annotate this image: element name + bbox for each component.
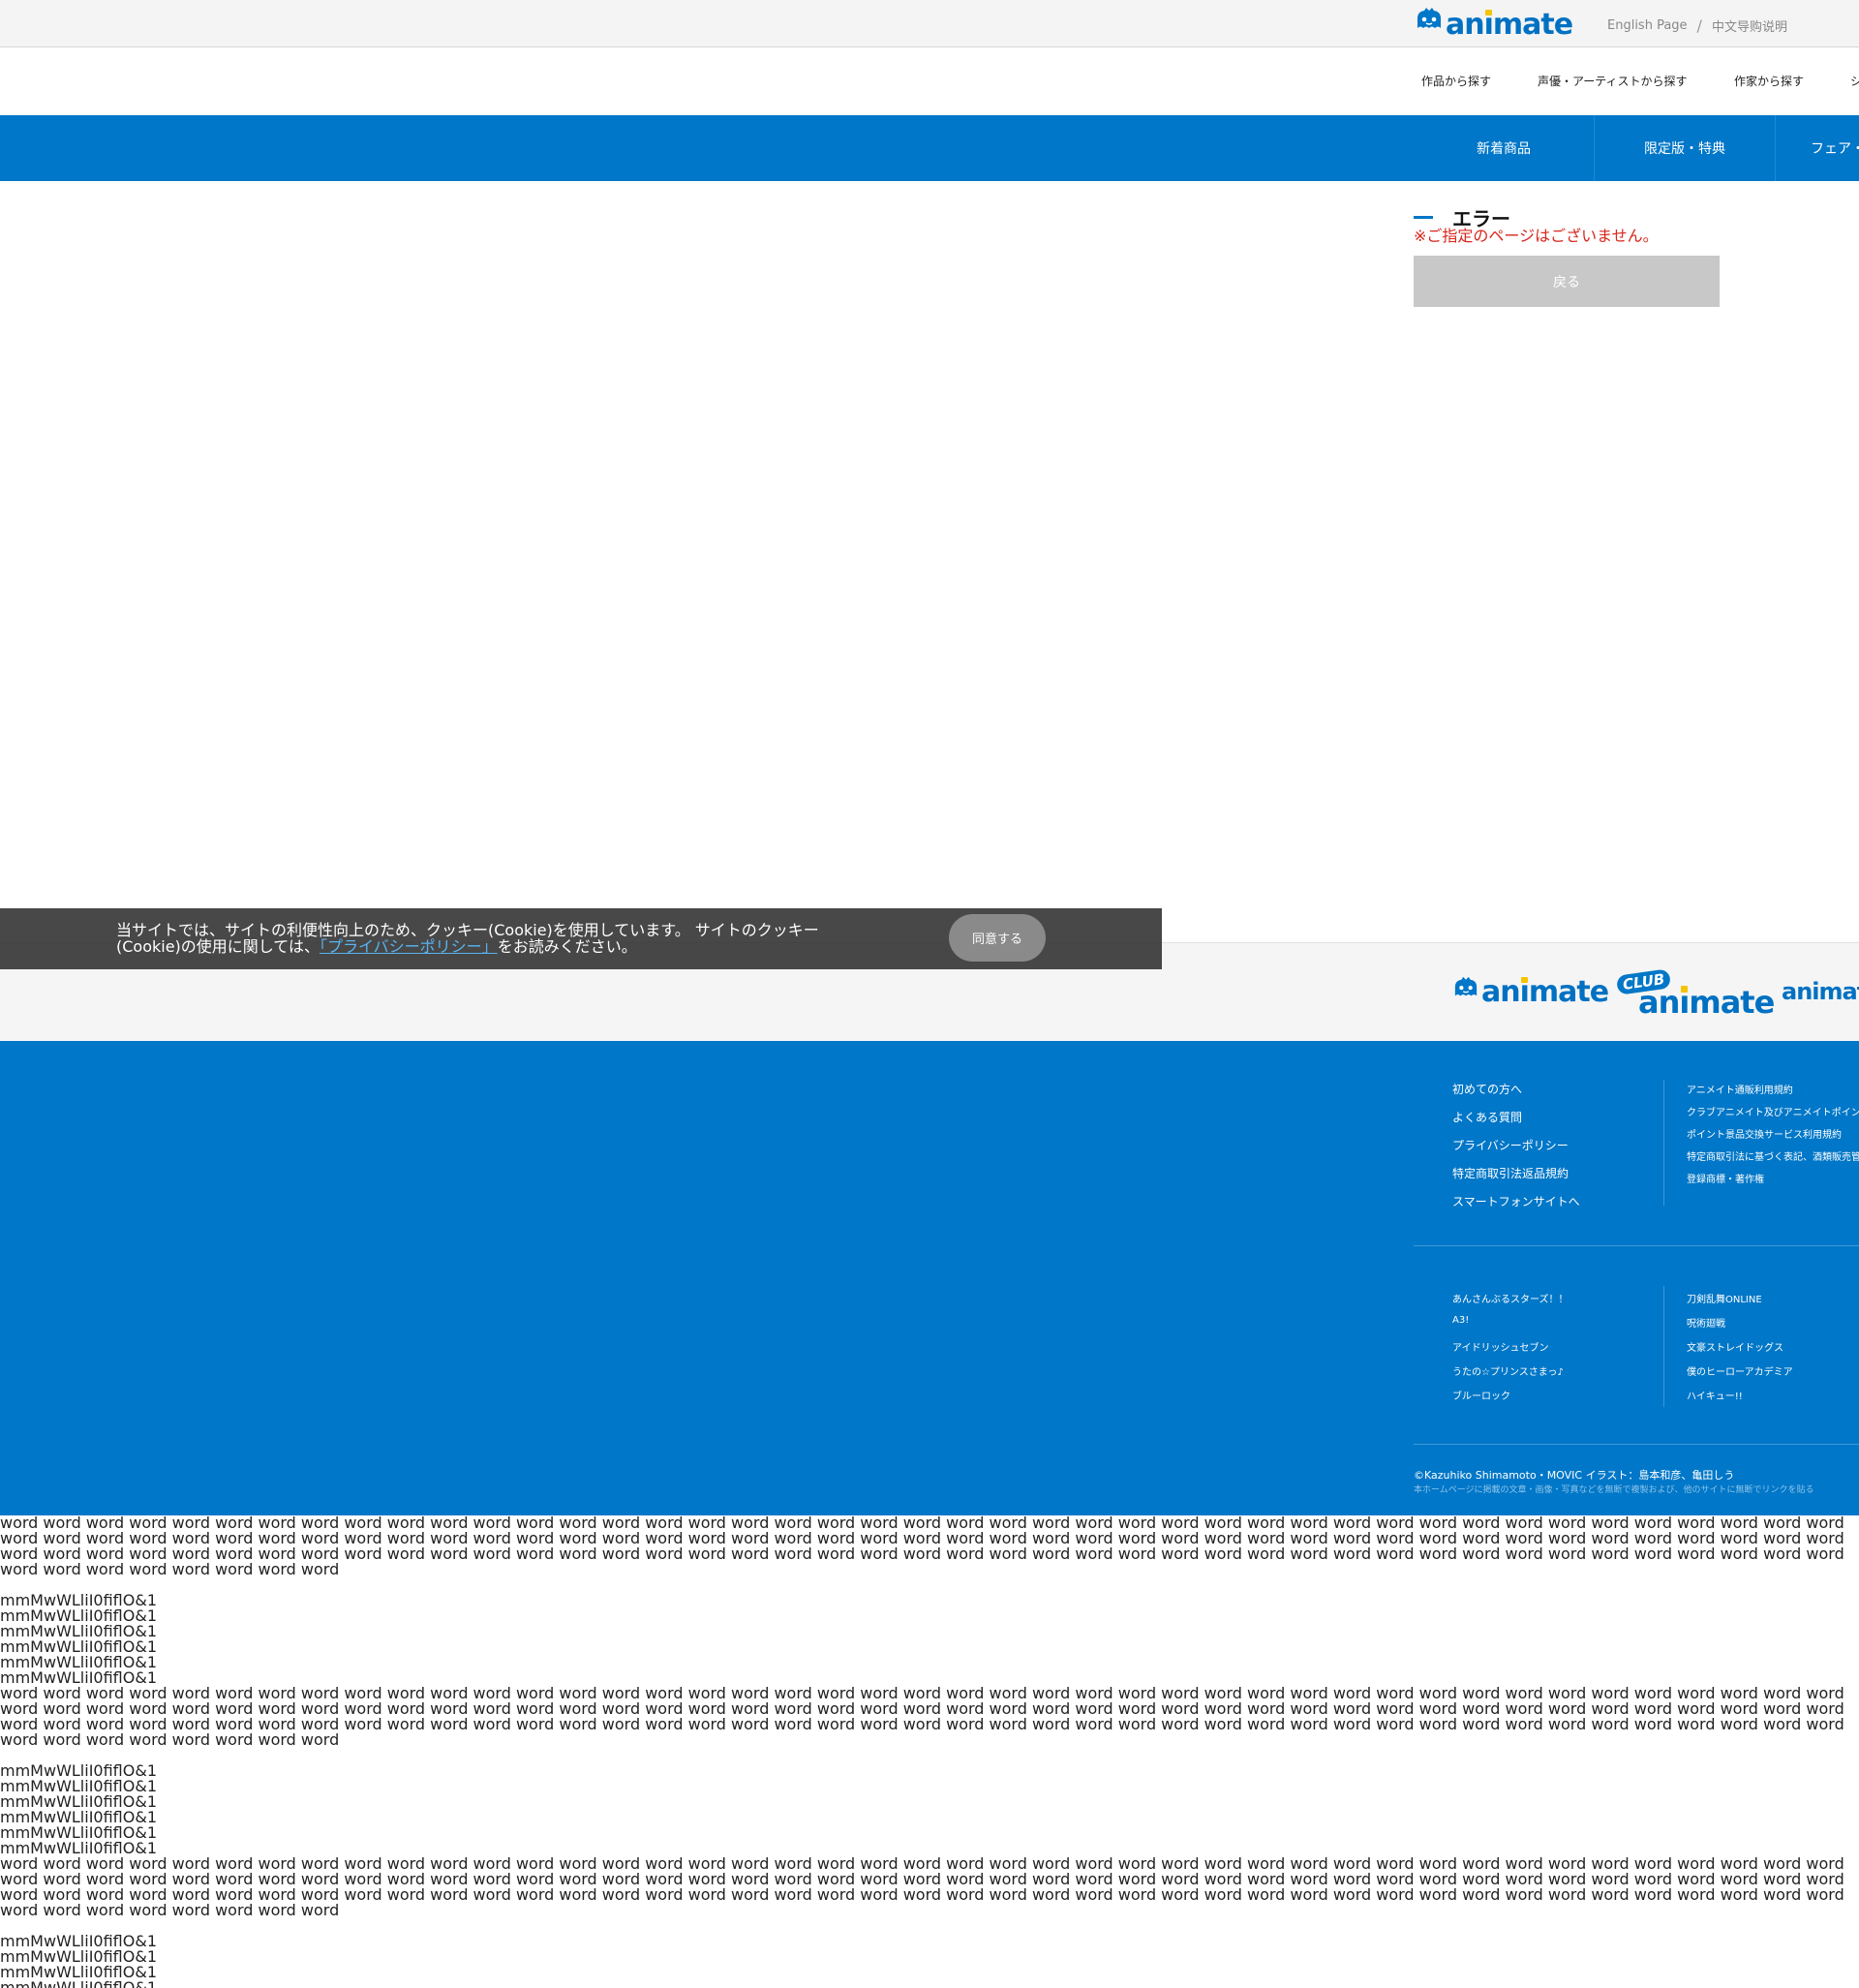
logo-text-mate: mate <box>1492 8 1573 42</box>
filler-line: mmMwWLliI0fiflO&1 <box>0 1978 157 1988</box>
footer-divider <box>1663 1286 1664 1407</box>
privacy-policy-link[interactable]: 「プライバシーポリシー」 <box>320 937 498 956</box>
footer-title-link[interactable]: A3! <box>1452 1315 1469 1326</box>
footer-title-link[interactable]: あんさんぶるスターズ！！ <box>1452 1291 1569 1305</box>
logo-text-i: i <box>1520 975 1530 1009</box>
nav-search-more[interactable]: シ <box>1850 73 1859 89</box>
back-button[interactable]: 戻る <box>1414 256 1720 307</box>
filler-paragraph: word word word word word word word word … <box>0 1684 1844 1749</box>
footer-title-link[interactable]: 文豪ストレイドッグス <box>1687 1339 1783 1354</box>
logo-text-mate: mate <box>1528 975 1609 1009</box>
footer-divider <box>1663 1080 1664 1206</box>
filler-line: mmMwWLliI0fiflO&1 <box>0 1808 157 1826</box>
search-nav: 作品から探す 声優・アーティストから探す 作家から探す シ <box>0 47 1859 115</box>
nav-new-items[interactable]: 新着商品 <box>1414 115 1594 181</box>
nav-search-by-work[interactable]: 作品から探す <box>1421 73 1491 89</box>
english-page-link[interactable]: English Page <box>1607 18 1688 33</box>
filler-line: mmMwWLliI0fiflO&1 <box>0 1932 157 1950</box>
disclaimer-text: 本ホームページに掲載の文章・画像・写真などを無断で複製および、他のサイトに無断で… <box>1414 1485 1814 1495</box>
nav-fair[interactable]: フェア・ <box>1776 115 1859 181</box>
nav-search-by-author[interactable]: 作家から探す <box>1734 73 1804 89</box>
filler-gap <box>0 1748 1859 1763</box>
error-message: ※ご指定のページはございません。 <box>1414 227 1659 245</box>
copyright-text: ©Kazuhiko Shimamoto・MOVIC イラスト：島本和彦、亀田しう <box>1414 1469 1735 1482</box>
language-links: English Page / 中文导购说明 <box>1607 16 1787 35</box>
footer-link[interactable]: クラブアニメイト及びアニメイトポイン <box>1687 1104 1859 1118</box>
logo-text-i: i <box>1484 8 1494 42</box>
footer-title-link[interactable]: 刀剣乱舞ONLINE <box>1687 1291 1762 1305</box>
logo-text-mate: mate <box>1689 984 1775 1021</box>
animate-logo[interactable]: an i mate <box>1415 7 1573 42</box>
footer-link[interactable]: プライバシーポリシー <box>1452 1137 1569 1153</box>
logo-text-an: an <box>1481 975 1521 1009</box>
filler-line: mmMwWLliI0fiflO&1 <box>0 1637 157 1656</box>
footer-title-link[interactable]: 僕のヒーローアカデミア <box>1687 1363 1793 1378</box>
footer-link[interactable]: アニメイト通販利用規約 <box>1687 1082 1793 1096</box>
animate-footer-logo[interactable]: an i mate <box>1452 975 1609 1009</box>
filler-line: mmMwWLliI0fiflO&1 <box>0 1947 157 1966</box>
footer-link[interactable]: よくある質問 <box>1452 1109 1522 1125</box>
footer-link[interactable]: 特定商取引法返品規約 <box>1452 1165 1569 1181</box>
chinese-guide-link[interactable]: 中文导购说明 <box>1712 16 1787 35</box>
language-separator: / <box>1696 16 1702 35</box>
filler-line: mmMwWLliI0fiflO&1 <box>0 1606 157 1625</box>
nav-limited-bonus[interactable]: 限定版・特典 <box>1595 115 1775 181</box>
heading-accent-bar <box>1414 216 1433 219</box>
footer-link[interactable]: ポイント景品交換サービス利用規約 <box>1687 1126 1842 1141</box>
filler-line: mmMwWLliI0fiflO&1 <box>0 1622 157 1640</box>
filler-paragraph: word word word word word word word word … <box>0 1854 1844 1919</box>
footer-title-link[interactable]: ブルーロック <box>1452 1388 1510 1402</box>
footer-link[interactable]: 特定商取引法に基づく表記、酒類販売管 <box>1687 1148 1859 1163</box>
footer-title-link[interactable]: うたの☆プリンスさまっ♪ <box>1452 1363 1564 1378</box>
mascot-icon <box>1452 975 1479 1009</box>
footer-link[interactable]: スマートフォンサイトへ <box>1452 1193 1580 1209</box>
footer-divider <box>1414 1245 1859 1246</box>
logo-text-an: an <box>1446 8 1485 42</box>
third-animate-logo[interactable]: animate <box>1782 978 1859 1005</box>
main-nav: 新着商品 限定版・特典 フェア・ <box>0 115 1859 181</box>
filler-line: mmMwWLliI0fiflO&1 <box>0 1963 157 1981</box>
filler-line: mmMwWLliI0fiflO&1 <box>0 1591 157 1609</box>
filler-line: mmMwWLliI0fiflO&1 <box>0 1792 157 1811</box>
filler-line: mmMwWLliI0fiflO&1 <box>0 1777 157 1795</box>
filler-text-section: word word word word word word word word … <box>0 1515 1859 1988</box>
logo-text-an: an <box>1638 984 1680 1021</box>
logo-text-i: i <box>1679 984 1689 1021</box>
cookie-agree-button[interactable]: 同意する <box>949 914 1046 962</box>
club-logo-text: an i mate <box>1638 984 1775 1021</box>
footer-divider <box>1414 1444 1859 1445</box>
footer-title-link[interactable]: 呪術廻戦 <box>1687 1315 1725 1330</box>
cookie-text: 当サイトでは、サイトの利便性向上のため、クッキー(Cookie)を使用しています… <box>116 922 833 955</box>
filler-paragraph: word word word word word word word word … <box>0 1515 1844 1578</box>
footer-link[interactable]: 初めての方へ <box>1452 1081 1522 1097</box>
club-animate-logo[interactable]: CLUB an i mate <box>1615 968 1775 1021</box>
filler-line: mmMwWLliI0fiflO&1 <box>0 1823 157 1842</box>
filler-line: mmMwWLliI0fiflO&1 <box>0 1761 157 1780</box>
cookie-text-after: をお読みください。 <box>497 937 637 956</box>
footer-link[interactable]: 登録商標・著作権 <box>1687 1171 1764 1185</box>
top-bar: an i mate English Page / 中文导购说明 <box>0 0 1859 47</box>
filler-line: mmMwWLliI0fiflO&1 <box>0 1653 157 1671</box>
nav-search-by-voice-actor[interactable]: 声優・アーティストから探す <box>1538 73 1688 89</box>
filler-gap <box>0 1577 1859 1593</box>
mascot-icon <box>1415 7 1444 42</box>
filler-gap <box>0 1918 1859 1934</box>
cookie-banner: 当サイトでは、サイトの利便性向上のため、クッキー(Cookie)を使用しています… <box>0 908 1162 969</box>
footer-title-link[interactable]: アイドリッシュセブン <box>1452 1339 1549 1354</box>
site-footer: 初めての方へ よくある質問 プライバシーポリシー 特定商取引法返品規約 スマート… <box>0 1041 1859 1515</box>
footer-title-link[interactable]: ハイキュー!! <box>1687 1388 1743 1402</box>
